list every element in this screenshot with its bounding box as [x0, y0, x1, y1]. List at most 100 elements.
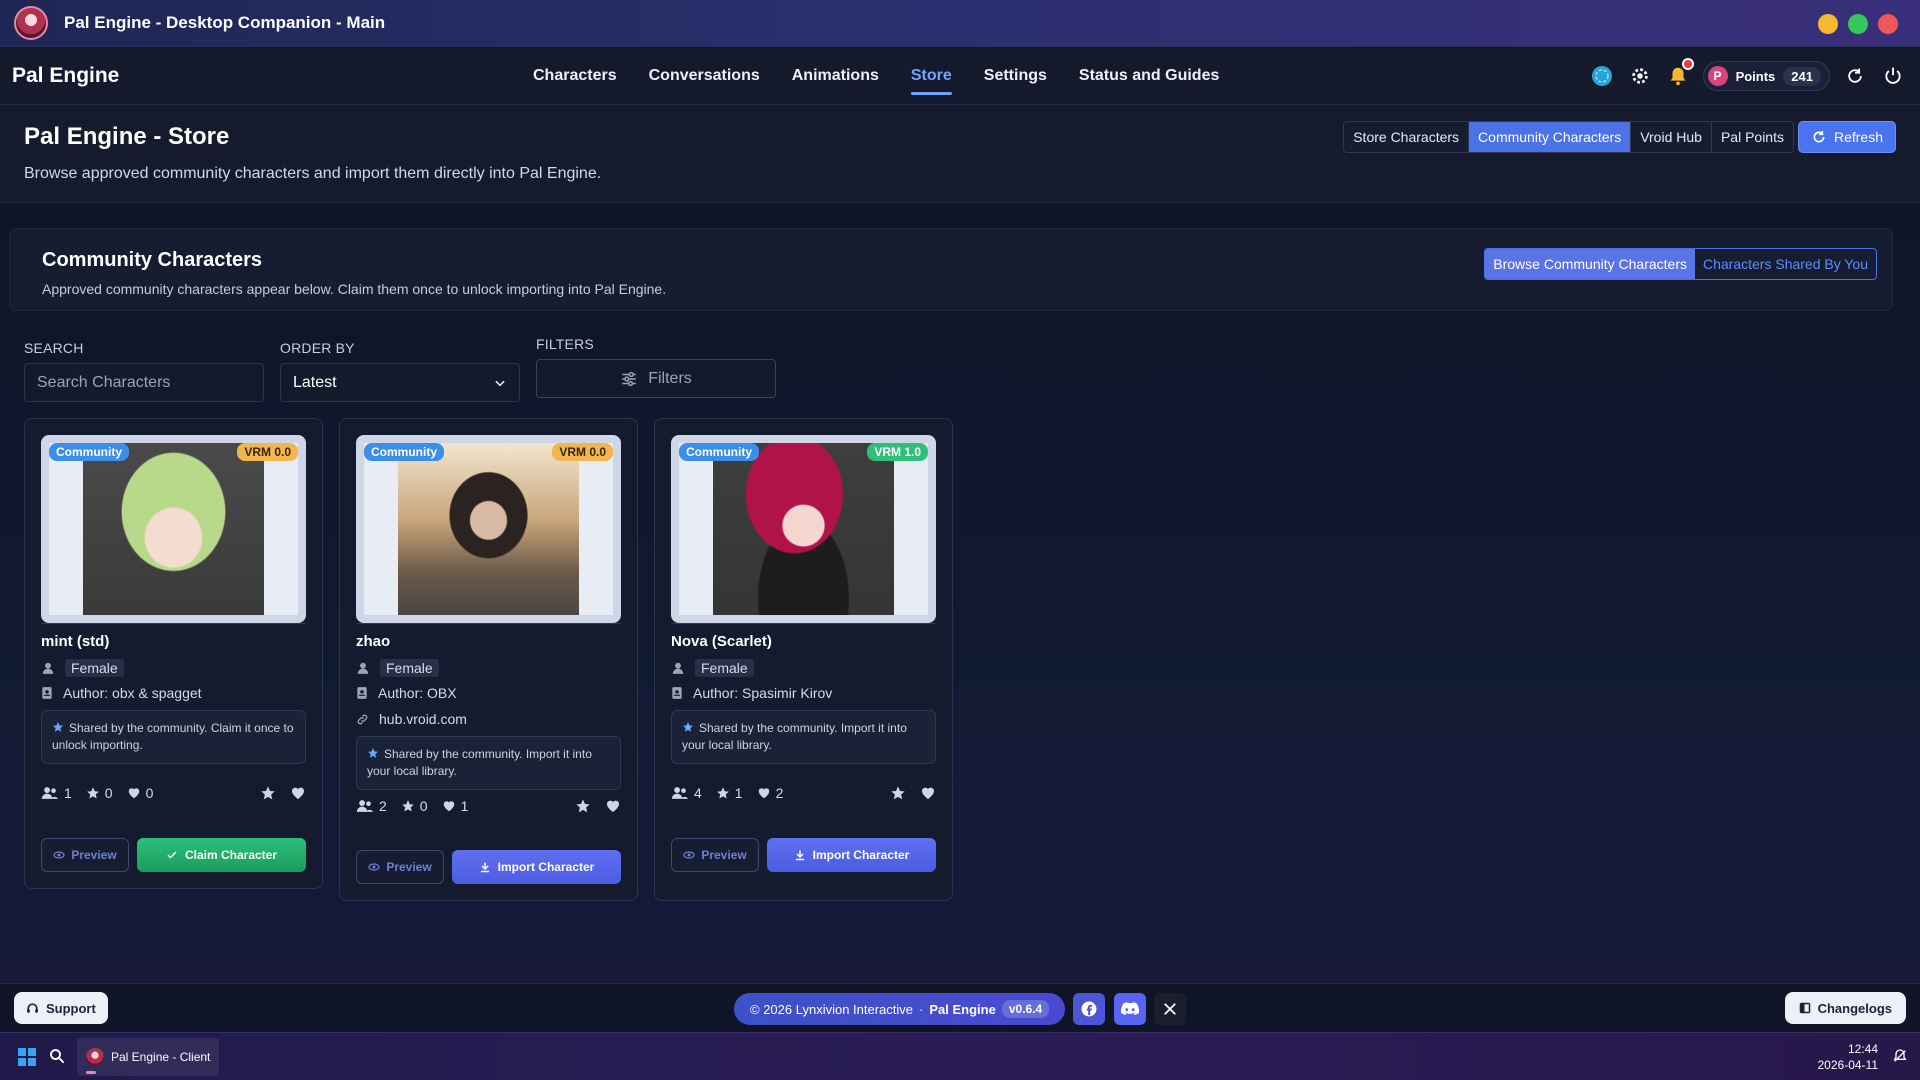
preview-button[interactable]: Preview [41, 838, 129, 872]
windows-start-icon[interactable] [18, 1048, 36, 1066]
note-text: Shared by the community. Import it into … [682, 721, 907, 752]
preview-button[interactable]: Preview [356, 850, 444, 884]
changelogs-button[interactable]: Changelogs [1784, 992, 1906, 1024]
refresh-button[interactable]: Refresh [1797, 121, 1896, 153]
version-badge: v0.6.4 [1001, 1000, 1050, 1018]
character-thumbnail[interactable] [356, 435, 621, 623]
filters-button[interactable]: Filters [536, 359, 776, 398]
author-row: Author: obx & spagget [41, 685, 202, 701]
gender-row: Female [671, 659, 754, 677]
import-character-button[interactable]: Import Character [767, 838, 936, 872]
clock-time: 12:44 [1847, 1042, 1878, 1056]
tab-pal-points[interactable]: Pal Points [1711, 122, 1793, 152]
support-label: Support [46, 1000, 96, 1016]
like-heart-icon[interactable] [920, 785, 936, 801]
like-heart-icon[interactable] [605, 798, 621, 814]
tab-store-characters[interactable]: Store Characters [1344, 122, 1470, 152]
preview-label: Preview [71, 848, 117, 862]
toggle-browse-community[interactable]: Browse Community Characters [1485, 249, 1695, 279]
community-badge: Community [49, 443, 129, 461]
power-icon[interactable] [1880, 63, 1906, 89]
id-badge-icon [672, 687, 682, 699]
like-heart-icon[interactable] [290, 785, 306, 801]
nav-item-animations[interactable]: Animations [792, 63, 879, 89]
bell-icon[interactable] [1665, 58, 1694, 89]
tab-community-characters[interactable]: Community Characters [1469, 122, 1632, 152]
favorite-star-icon[interactable] [575, 798, 591, 814]
star-icon [86, 787, 99, 799]
x-icon[interactable] [1154, 993, 1186, 1025]
users-icon [671, 787, 689, 799]
taskbar-app-pal-engine[interactable]: Pal Engine - Client [77, 1038, 220, 1076]
users-count: 2 [379, 798, 387, 814]
search-label: SEARCH [24, 340, 84, 356]
star-icon [53, 722, 63, 732]
import-character-button[interactable]: Import Character [452, 850, 621, 884]
stars-count: 1 [734, 785, 743, 801]
character-render-image [398, 443, 579, 615]
nav-item-status-and-guides[interactable]: Status and Guides [1079, 63, 1219, 89]
favorite-star-icon[interactable] [260, 785, 276, 801]
brand-name: Pal Engine [12, 64, 120, 87]
facebook-icon[interactable] [1073, 993, 1105, 1025]
points-label: Points [1735, 68, 1776, 84]
close-button[interactable] [1878, 14, 1898, 34]
refresh-icon[interactable] [1842, 63, 1868, 89]
filters-label: FILTERS [536, 336, 594, 352]
main-content: Community Characters Approved community … [0, 203, 1920, 983]
order-by-select[interactable]: Latest [280, 363, 520, 402]
favorite-star-icon[interactable] [890, 785, 906, 801]
users-count: 1 [64, 785, 72, 801]
minimize-button[interactable] [1818, 14, 1838, 34]
likes-count: 2 [775, 785, 784, 801]
character-card: Community VRM 1.0 Nova (Scarlet) Female … [654, 418, 953, 901]
card-quick-actions [260, 785, 306, 801]
stats-row: 1 0 0 [41, 785, 306, 801]
gender-value: Female [380, 659, 439, 677]
preview-label: Preview [701, 848, 747, 862]
users-stat: 4 [671, 785, 702, 801]
filters-button-label: Filters [648, 369, 692, 387]
preview-button[interactable]: Preview [671, 838, 759, 872]
app-footer: Support © 2026 Lynxivion Interactive · P… [0, 983, 1920, 1032]
search-icon[interactable] [48, 1047, 66, 1070]
nav-item-characters[interactable]: Characters [533, 63, 617, 89]
gear-icon[interactable] [1627, 63, 1653, 89]
window-title: Pal Engine - Desktop Companion - Main [64, 13, 386, 32]
users-icon [41, 787, 59, 799]
tab-vroid-hub[interactable]: Vroid Hub [1631, 122, 1712, 152]
eye-icon [683, 851, 695, 859]
nav-item-store[interactable]: Store [910, 63, 952, 95]
window-controls [1818, 14, 1898, 34]
source-row[interactable]: hub.vroid.com [356, 711, 467, 727]
discord-icon[interactable] [1114, 993, 1146, 1025]
order-by-value: Latest [293, 373, 337, 391]
points-pill[interactable]: P Points 241 [1702, 61, 1830, 91]
author-row: Author: OBX [356, 685, 457, 701]
character-thumbnail[interactable] [41, 435, 306, 623]
page-subtitle: Browse approved community characters and… [24, 165, 602, 182]
globe-icon[interactable] [1589, 63, 1615, 89]
system-clock[interactable]: 12:44 2026-04-11 [1818, 1041, 1879, 1073]
card-quick-actions [575, 798, 621, 814]
character-thumbnail[interactable] [671, 435, 936, 623]
search-input[interactable] [24, 363, 264, 402]
notification-center-icon[interactable] [1892, 1048, 1908, 1069]
check-icon [167, 851, 177, 859]
toggle-shared-by-you[interactable]: Characters Shared By You [1695, 249, 1876, 279]
points-value: 241 [1783, 66, 1821, 86]
claim-character-button[interactable]: Claim Character [137, 838, 306, 872]
community-badge: Community [364, 443, 444, 461]
maximize-button[interactable] [1848, 14, 1868, 34]
download-icon [795, 850, 804, 861]
source-link[interactable]: hub.vroid.com [379, 711, 467, 727]
user-icon [357, 662, 369, 674]
refresh-label: Refresh [1833, 129, 1883, 145]
page-header: Pal Engine - Store Browse approved commu… [0, 105, 1920, 203]
stars-stat: 0 [86, 785, 113, 801]
support-button[interactable]: Support [14, 992, 108, 1024]
nav-item-conversations[interactable]: Conversations [649, 63, 760, 89]
card-note: Shared by the community. Import it into … [671, 710, 936, 764]
nav-item-settings[interactable]: Settings [984, 63, 1047, 89]
character-name: Nova (Scarlet) [671, 633, 772, 650]
